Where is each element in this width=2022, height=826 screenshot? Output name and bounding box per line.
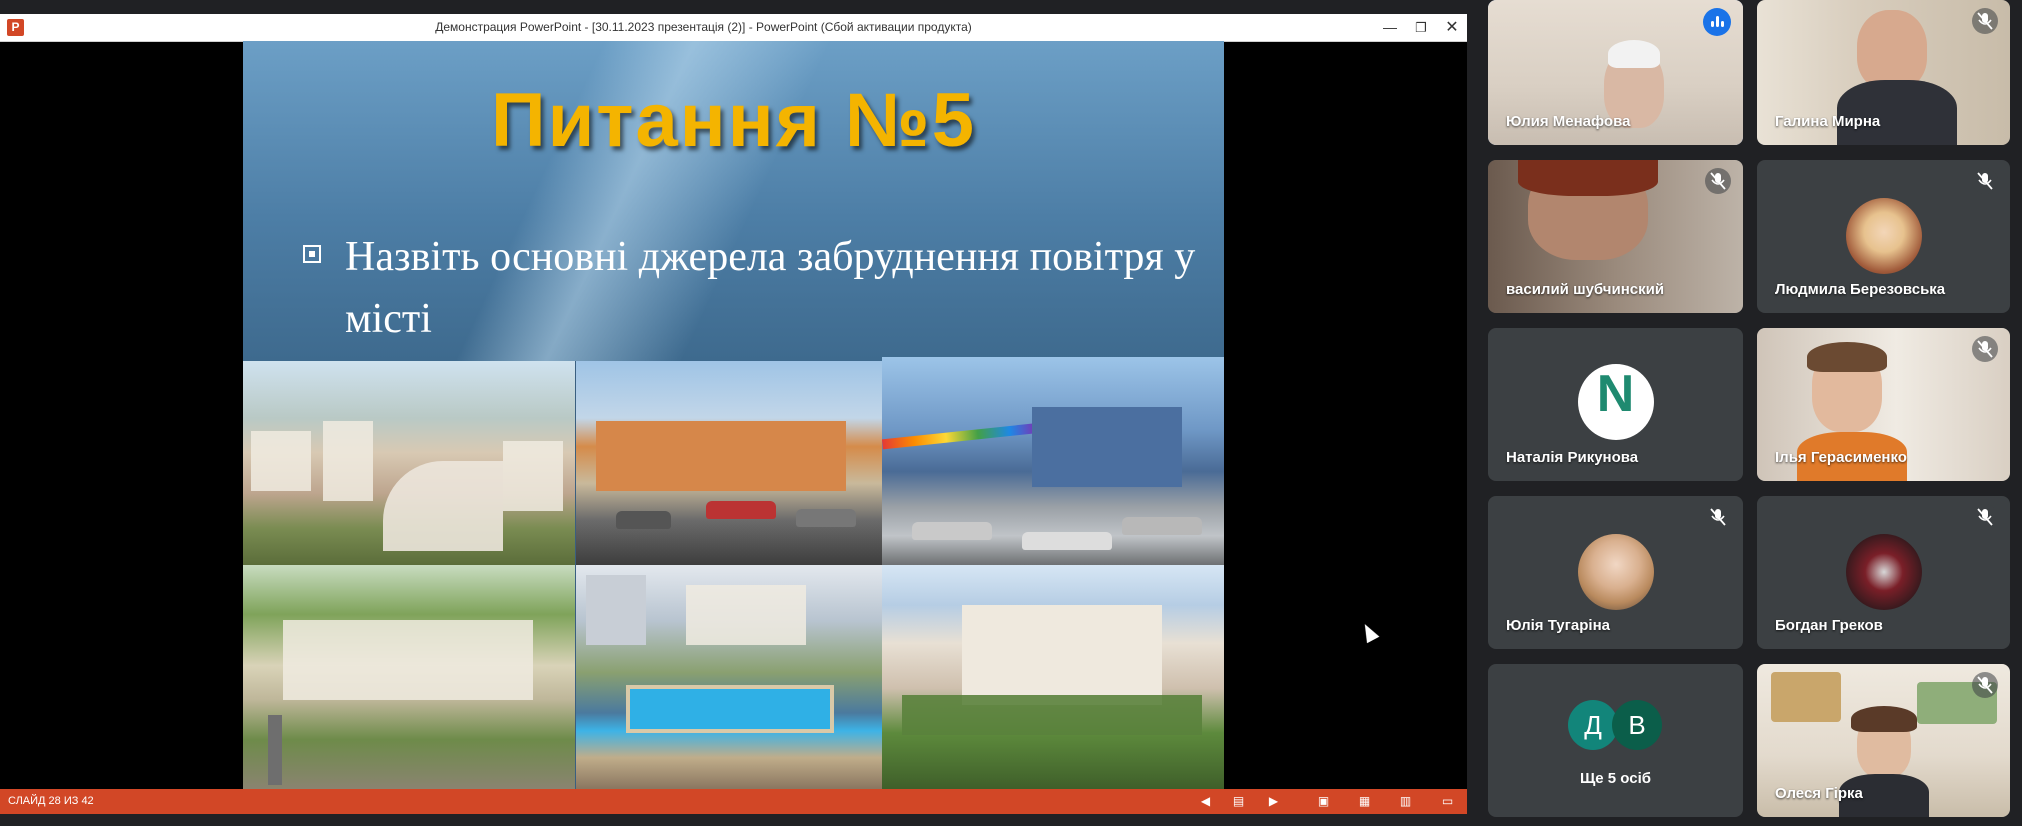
mouse-cursor-icon: [1358, 620, 1380, 644]
close-icon[interactable]: ✕: [1437, 14, 1467, 41]
slide[interactable]: Питання №5 Назвіть основні джерела забру…: [243, 41, 1224, 789]
participant-name: Юлия Менафова: [1506, 113, 1631, 130]
participant-name: Богдан Греков: [1775, 617, 1883, 634]
powerpoint-statusbar: СЛАЙД 28 ИЗ 42 ◀ ▤ ▶ ▣ ▦ ▥ ▭: [0, 789, 1467, 814]
mic-off-icon: [1705, 504, 1731, 530]
participant-tile[interactable]: Юлія Тугаріна: [1488, 496, 1743, 649]
avatar: [1845, 198, 1922, 274]
minimize-icon[interactable]: —: [1375, 14, 1405, 41]
mic-off-icon: [1972, 504, 1998, 530]
city-panorama-photo: [243, 361, 575, 565]
more-participants-label: Ще 5 осіб: [1579, 770, 1652, 787]
participant-name: василий шубчинский: [1506, 281, 1665, 298]
window-title: Демонстрация PowerPoint - [30.11.2023 пр…: [435, 20, 972, 34]
square-with-cars-photo: [576, 361, 882, 565]
participant-name: Юлія Тугаріна: [1506, 617, 1610, 634]
window-titlebar: P Демонстрация PowerPoint - [30.11.2023 …: [0, 14, 1467, 42]
participant-name: Наталія Рикунова: [1506, 449, 1639, 466]
slideshow-icon[interactable]: ▭: [1440, 794, 1455, 808]
prev-icon[interactable]: ◀: [1198, 794, 1213, 808]
participant-name: Галина Мирна: [1775, 113, 1881, 130]
participant-tile[interactable]: Юлия Менафова: [1488, 0, 1743, 145]
fountain-photo: [576, 565, 882, 789]
next-icon[interactable]: ▶: [1266, 794, 1281, 808]
mic-off-icon: [1972, 336, 1998, 362]
slide-counter: СЛАЙД 28 ИЗ 42: [8, 795, 94, 807]
speaking-indicator-icon: [1703, 8, 1731, 36]
avatar: N: [1577, 364, 1654, 440]
participant-tile[interactable]: Олеся Гірка: [1757, 664, 2010, 817]
mic-off-icon: [1972, 8, 1998, 34]
participant-tile[interactable]: N Наталія Рикунова: [1488, 328, 1743, 481]
slide-bullet-text: Назвіть основні джерела забруднення пові…: [345, 234, 1196, 342]
powerpoint-logo-icon: P: [7, 19, 24, 36]
participant-logo-icon: N: [1596, 365, 1635, 423]
participant-tile[interactable]: василий шубчинский: [1488, 160, 1743, 313]
bullet-icon: [303, 245, 321, 263]
government-building-photo: [243, 565, 575, 789]
mic-off-icon: [1972, 168, 1998, 194]
slide-sorter-icon[interactable]: ▦: [1357, 794, 1372, 808]
reading-view-icon[interactable]: ▥: [1398, 794, 1413, 808]
participant-name: Людмила Березовська: [1775, 281, 1946, 298]
slides-icon[interactable]: ▤: [1231, 794, 1246, 808]
normal-view-icon[interactable]: ▣: [1316, 794, 1331, 808]
participant-initial: Д: [1568, 700, 1618, 750]
participant-tile[interactable]: Богдан Греков: [1757, 496, 2010, 649]
avatar: [1845, 534, 1922, 610]
powerpoint-window: P Демонстрация PowerPoint - [30.11.2023 …: [0, 14, 1467, 814]
avatar: [1577, 534, 1654, 610]
participant-name: Олеся Гірка: [1775, 785, 1863, 802]
more-participants-tile[interactable]: Д В Ще 5 осіб: [1488, 664, 1743, 817]
mic-off-icon: [1972, 672, 1998, 698]
participant-name: Ілья Герасименко: [1775, 449, 1907, 466]
slide-title: Питання №5: [490, 78, 977, 163]
participant-tile[interactable]: Галина Мирна: [1757, 0, 2010, 145]
street-traffic-photo: [882, 357, 1224, 565]
participant-tile[interactable]: Людмила Березовська: [1757, 160, 2010, 313]
participant-initial: В: [1612, 700, 1662, 750]
restore-icon[interactable]: ❐: [1406, 14, 1436, 41]
monument-building-photo: [882, 565, 1224, 789]
mic-off-icon: [1705, 168, 1731, 194]
participant-tile[interactable]: Ілья Герасименко: [1757, 328, 2010, 481]
